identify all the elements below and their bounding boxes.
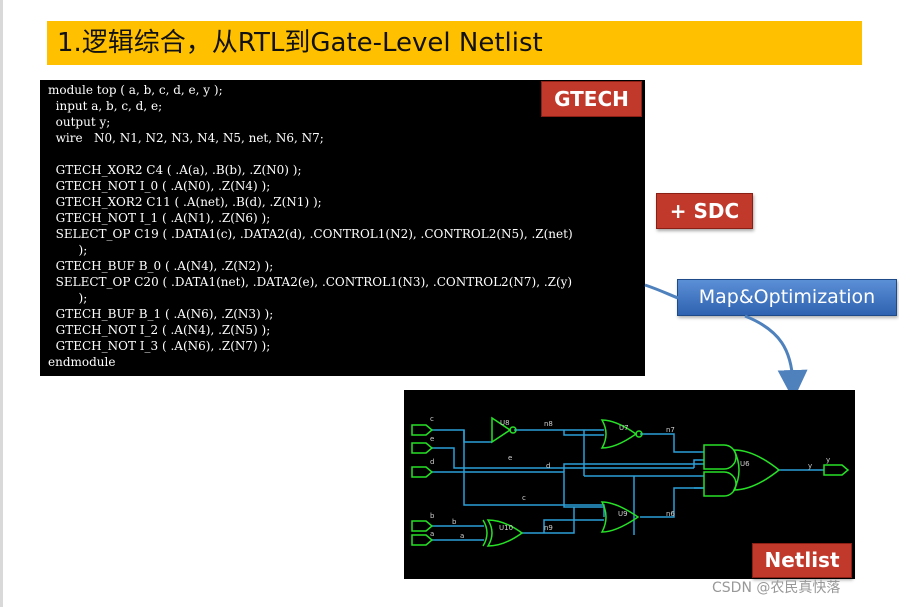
code-line: GTECH_XOR2 C11 ( .A(net), .B(d), .Z(N1) … — [48, 195, 322, 209]
label-input-e: e — [430, 435, 434, 443]
gtech-badge: GTECH — [541, 81, 642, 117]
wire-c-branch — [463, 430, 605, 517]
label-net-n9: n9 — [544, 524, 553, 532]
label-net-a: a — [460, 532, 464, 540]
wire-c — [432, 429, 492, 443]
label-gate-u8: U8 — [500, 419, 510, 427]
gate-u6-and2 — [703, 471, 737, 497]
pad-y — [823, 464, 850, 476]
pad-d — [411, 466, 434, 478]
label-net-y: y — [808, 462, 812, 470]
gate-u6-or — [732, 449, 781, 491]
label-net-d: d — [546, 462, 550, 470]
flow-arrow-map-to-netlist — [744, 314, 808, 400]
label-output-y: y — [826, 456, 830, 464]
sdc-badge: + SDC — [656, 193, 753, 229]
label-input-b: b — [430, 512, 435, 520]
code-line: SELECT_OP C20 ( .DATA1(net), .DATA2(e), … — [48, 275, 573, 289]
map-optimization-box: Map&Optimization — [677, 279, 897, 316]
code-line: GTECH_NOT I_0 ( .A(N0), .Z(N4) ); — [48, 179, 271, 193]
code-line: GTECH_NOT I_2 ( .A(N4), .Z(N5) ); — [48, 323, 271, 337]
wire-e — [432, 447, 694, 469]
pad-e — [411, 442, 434, 454]
label-net-n7: n7 — [666, 426, 675, 434]
label-gate-u7: U7 — [619, 424, 629, 432]
gate-u6-and1 — [703, 444, 737, 470]
label-gate-u6: U6 — [740, 460, 750, 468]
slide-title: 1.逻辑综合，从RTL到Gate-Level Netlist — [47, 21, 862, 65]
label-input-d: d — [430, 458, 434, 466]
label-gate-u10: U10 — [499, 524, 513, 532]
netlist-badge: Netlist — [752, 543, 852, 578]
code-line: GTECH_BUF B_1 ( .A(N6), .Z(N3) ); — [48, 307, 274, 321]
code-line: GTECH_NOT I_3 ( .A(N6), .Z(N7) ); — [48, 339, 271, 353]
code-line: GTECH_BUF B_0 ( .A(N4), .Z(N2) ); — [48, 259, 274, 273]
gtech-code-panel: module top ( a, b, c, d, e, y ); input a… — [40, 80, 645, 376]
pad-c — [411, 424, 434, 436]
wire-n7 — [640, 433, 704, 453]
label-net-n6: n6 — [666, 510, 675, 518]
wire-d — [432, 471, 604, 508]
label-gate-u9: U9 — [618, 510, 628, 518]
label-net-c: c — [522, 494, 526, 502]
label-net-b: b — [452, 518, 457, 526]
pad-b — [411, 520, 434, 532]
code-line: GTECH_NOT I_1 ( .A(N1), .Z(N6) ); — [48, 211, 271, 225]
left-rule — [0, 0, 3, 607]
code-line: ); — [48, 243, 88, 257]
code-line: endmodule — [48, 355, 116, 369]
pad-a — [411, 534, 434, 546]
flow-arrow-code-to-map — [644, 283, 679, 300]
code-line: wire N0, N1, N2, N3, N4, N5, net, N6, N7… — [48, 131, 324, 145]
label-net-n8: n8 — [544, 420, 553, 428]
code-line: SELECT_OP C19 ( .DATA1(c), .DATA2(d), .C… — [48, 227, 573, 241]
label-input-a: a — [430, 530, 434, 538]
label-net-e: e — [508, 454, 512, 462]
code-line: ); — [48, 291, 88, 305]
watermark: CSDN @农民真快落 — [712, 580, 841, 596]
label-input-c: c — [430, 415, 434, 423]
code-line: GTECH_XOR2 C4 ( .A(a), .B(b), .Z(N0) ); — [48, 163, 302, 177]
